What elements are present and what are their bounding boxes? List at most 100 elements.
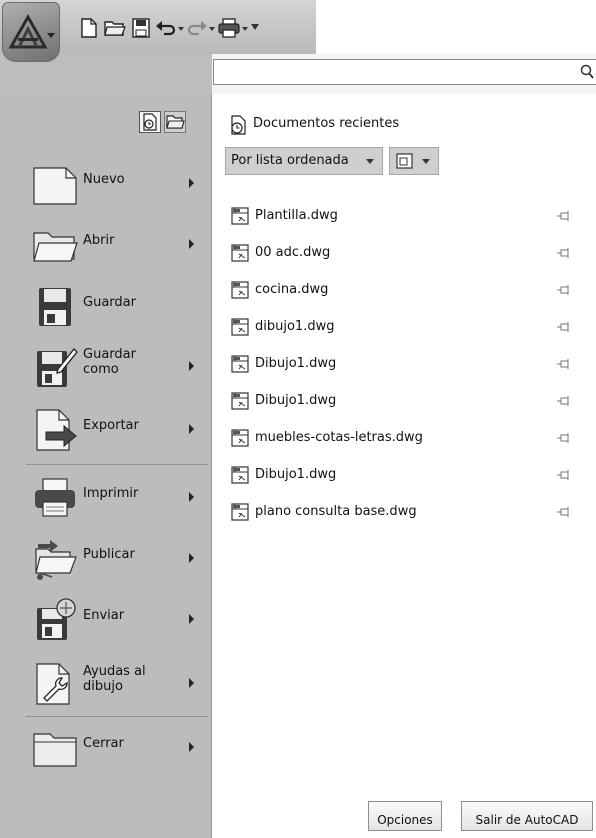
sort-order-value: Por lista ordenada (231, 153, 349, 168)
large-icons-view-icon (396, 153, 413, 169)
menu-item-send[interactable]: Enviar (26, 594, 208, 646)
pin-icon[interactable] (557, 507, 571, 517)
undo-icon[interactable] (155, 18, 177, 38)
undo-dropdown-icon[interactable] (178, 27, 184, 31)
menu-item-label: Nuevo (83, 172, 125, 187)
menu-item-save[interactable]: Guardar (26, 281, 208, 333)
recent-documents-toggle[interactable] (139, 111, 161, 133)
print-dropdown-icon[interactable] (242, 27, 248, 31)
file-name: dibujo1.dwg (255, 319, 335, 334)
recent-file-item[interactable]: cocina.dwg (231, 278, 576, 302)
save-disk-icon (39, 288, 71, 326)
file-name: plano consulta base.dwg (255, 504, 417, 519)
new-document-icon[interactable] (78, 18, 100, 38)
menu-item-open[interactable]: Abrir (26, 219, 208, 271)
menu-item-label: Exportar (83, 418, 139, 433)
menu-item-publish[interactable]: Publicar (26, 533, 208, 585)
pin-icon[interactable] (557, 396, 571, 406)
menu-item-export[interactable]: Exportar (26, 404, 208, 456)
open-documents-icon (166, 115, 185, 129)
open-folder-icon[interactable] (104, 18, 126, 38)
menu-item-label: Enviar (83, 608, 125, 623)
submenu-arrow-icon (189, 678, 194, 688)
options-button[interactable]: Opciones (368, 801, 442, 831)
recent-documents-icon (143, 113, 157, 131)
save-as-icon (37, 348, 78, 387)
publish-icon (35, 540, 77, 580)
search-input[interactable] (213, 59, 596, 85)
view-icon-size-dropdown[interactable] (389, 147, 439, 175)
submenu-arrow-icon (189, 553, 194, 563)
recent-documents-icon (231, 115, 246, 135)
wrench-document-icon (36, 663, 70, 705)
menu-item-drawing-utilities[interactable]: Ayudas al dibujo (26, 658, 208, 710)
submenu-arrow-icon (189, 424, 194, 434)
pin-icon[interactable] (557, 359, 571, 369)
redo-icon[interactable] (186, 18, 208, 38)
redo-dropdown-icon[interactable] (209, 27, 215, 31)
file-name: Dibujo1.dwg (255, 467, 337, 482)
file-name: Plantilla.dwg (255, 208, 338, 223)
dwg-file-icon (231, 429, 249, 447)
pin-icon[interactable] (557, 285, 571, 295)
pin-icon[interactable] (557, 322, 571, 332)
save-disk-icon[interactable] (130, 18, 152, 38)
exit-autocad-button[interactable]: Salir de AutoCAD (461, 801, 593, 831)
menu-item-label: Publicar (83, 547, 135, 562)
export-icon (36, 409, 77, 451)
recent-file-item[interactable]: 00 adc.dwg (231, 241, 576, 265)
menu-item-new[interactable]: Nuevo (26, 158, 208, 210)
menu-item-close[interactable]: Cerrar (26, 722, 208, 774)
menu-item-label: Ayudas al dibujo (83, 664, 146, 694)
application-menu-button[interactable] (2, 2, 60, 62)
recent-file-item[interactable]: plano consulta base.dwg (231, 500, 576, 524)
menu-separator (26, 464, 208, 465)
dwg-file-icon (231, 355, 249, 373)
pin-icon[interactable] (557, 211, 571, 221)
print-icon (35, 478, 75, 517)
open-folder-icon (33, 232, 78, 262)
menu-item-label: Guardar como (83, 347, 136, 377)
close-folder-icon (33, 733, 77, 767)
file-name: Dibujo1.dwg (255, 393, 337, 408)
customize-dropdown-icon[interactable] (251, 24, 259, 30)
dwg-file-icon (231, 318, 249, 336)
dwg-file-icon (231, 281, 249, 299)
sort-order-dropdown[interactable]: Por lista ordenada (225, 147, 383, 175)
submenu-arrow-icon (189, 239, 194, 249)
pin-icon[interactable] (557, 470, 571, 480)
recent-file-item[interactable]: Plantilla.dwg (231, 204, 576, 228)
open-documents-toggle[interactable] (164, 111, 186, 133)
submenu-arrow-icon (189, 614, 194, 624)
autocad-app-icon (9, 13, 47, 49)
menu-item-label: Guardar (83, 295, 136, 310)
menu-item-print[interactable]: Imprimir (26, 472, 208, 524)
send-icon (37, 598, 76, 640)
pin-icon[interactable] (557, 248, 571, 258)
submenu-arrow-icon (189, 361, 194, 371)
recent-file-item[interactable]: Dibujo1.dwg (231, 389, 576, 413)
recent-file-item[interactable]: dibujo1.dwg (231, 315, 576, 339)
recent-file-item[interactable]: muebles-cotas-letras.dwg (231, 426, 576, 450)
menu-separator (26, 716, 208, 717)
menu-item-label: Imprimir (83, 486, 139, 501)
file-name: 00 adc.dwg (255, 245, 331, 260)
print-icon[interactable] (218, 18, 240, 38)
submenu-arrow-icon (189, 178, 194, 188)
recent-file-item[interactable]: Dibujo1.dwg (231, 463, 576, 487)
recent-file-item[interactable]: Dibujo1.dwg (231, 352, 576, 376)
panel-title: Documentos recientes (253, 116, 400, 131)
file-name: cocina.dwg (255, 282, 329, 297)
menu-item-label: Cerrar (83, 736, 124, 751)
menu-item-label: Abrir (83, 233, 115, 248)
chevron-down-icon (366, 159, 374, 164)
search-icon[interactable] (580, 64, 594, 80)
pin-icon[interactable] (557, 433, 571, 443)
submenu-arrow-icon (189, 492, 194, 502)
chevron-down-icon (47, 33, 55, 38)
file-name: Dibujo1.dwg (255, 356, 337, 371)
dwg-file-icon (231, 503, 249, 521)
dwg-file-icon (231, 392, 249, 410)
menu-item-save-as[interactable]: Guardar como (26, 341, 208, 393)
submenu-arrow-icon (189, 742, 194, 752)
